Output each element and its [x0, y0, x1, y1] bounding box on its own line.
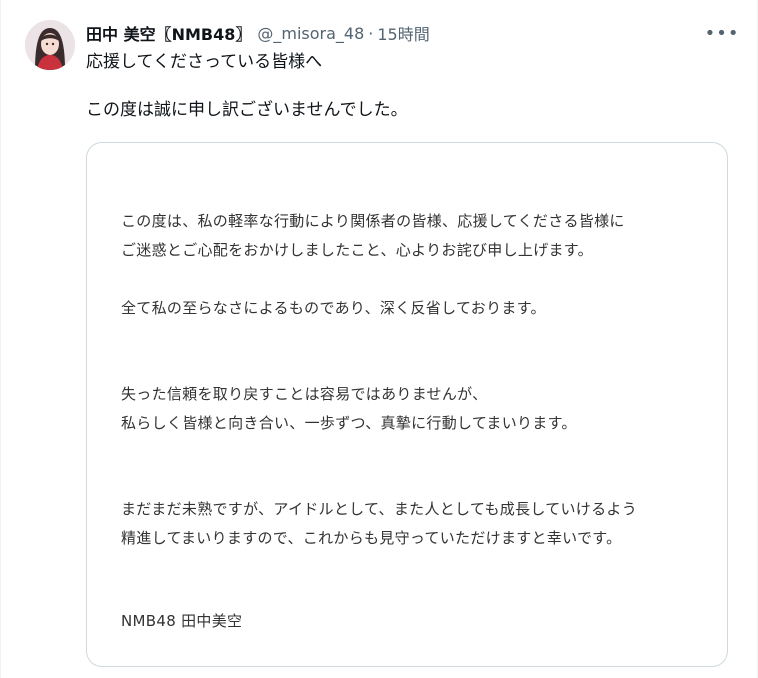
avatar[interactable]	[25, 20, 75, 70]
display-name[interactable]: 田中 美空〖NMB48〗	[86, 21, 251, 45]
statement-line: この度は、私の軽率な行動により関係者の皆様、応援してくださる皆様に	[121, 212, 625, 230]
statement-line: ご迷惑とご心配をおかけしましたこと、心よりお詫び申し上げます。	[121, 241, 593, 259]
statement-line: 私らしく皆様と向き合い、一歩ずつ、真摯に行動してまいります。	[121, 414, 577, 432]
user-handle[interactable]: @_misora_48	[257, 24, 364, 43]
tweet-text: 応援してくださっている皆様へ この度は誠に申し訳ございませんでした。	[86, 50, 408, 122]
tweet-text-line: 応援してくださっている皆様へ	[86, 52, 323, 72]
statement-line: 全て私の至らなさによるものであり、深く反省しております。	[121, 299, 546, 317]
user-avatar-photo-icon	[25, 20, 75, 70]
statement-line: まだまだ未熟ですが、アイドルとして、また人としても成長していけるよう	[121, 500, 638, 518]
statement-signature: NMB48 田中美空	[121, 612, 243, 630]
statement-text: この度は、私の軽率な行動により関係者の皆様、応援してくださる皆様に ご迷惑とご心…	[121, 207, 637, 636]
timestamp[interactable]: 15時間	[377, 21, 429, 45]
more-options-button[interactable]: •••	[705, 22, 739, 44]
tweet-header: 田中 美空〖NMB48〗 @_misora_48 · 15時間	[86, 20, 430, 46]
separator-dot: ·	[368, 23, 374, 43]
statement-line: 失った信頼を取り戻すことは容易ではありませんが、	[121, 385, 488, 403]
attached-image[interactable]: この度は、私の軽率な行動により関係者の皆様、応援してくださる皆様に ご迷惑とご心…	[86, 142, 728, 667]
tweet-text-line: この度は誠に申し訳ございませんでした。	[86, 100, 408, 120]
statement-line: 精進してまいりますので、これからも見守っていただけますと幸いです。	[121, 529, 622, 547]
more-horizontal-icon: •••	[704, 22, 740, 44]
tweet-article[interactable]: 田中 美空〖NMB48〗 @_misora_48 · 15時間 ••• 応援して…	[0, 0, 758, 678]
